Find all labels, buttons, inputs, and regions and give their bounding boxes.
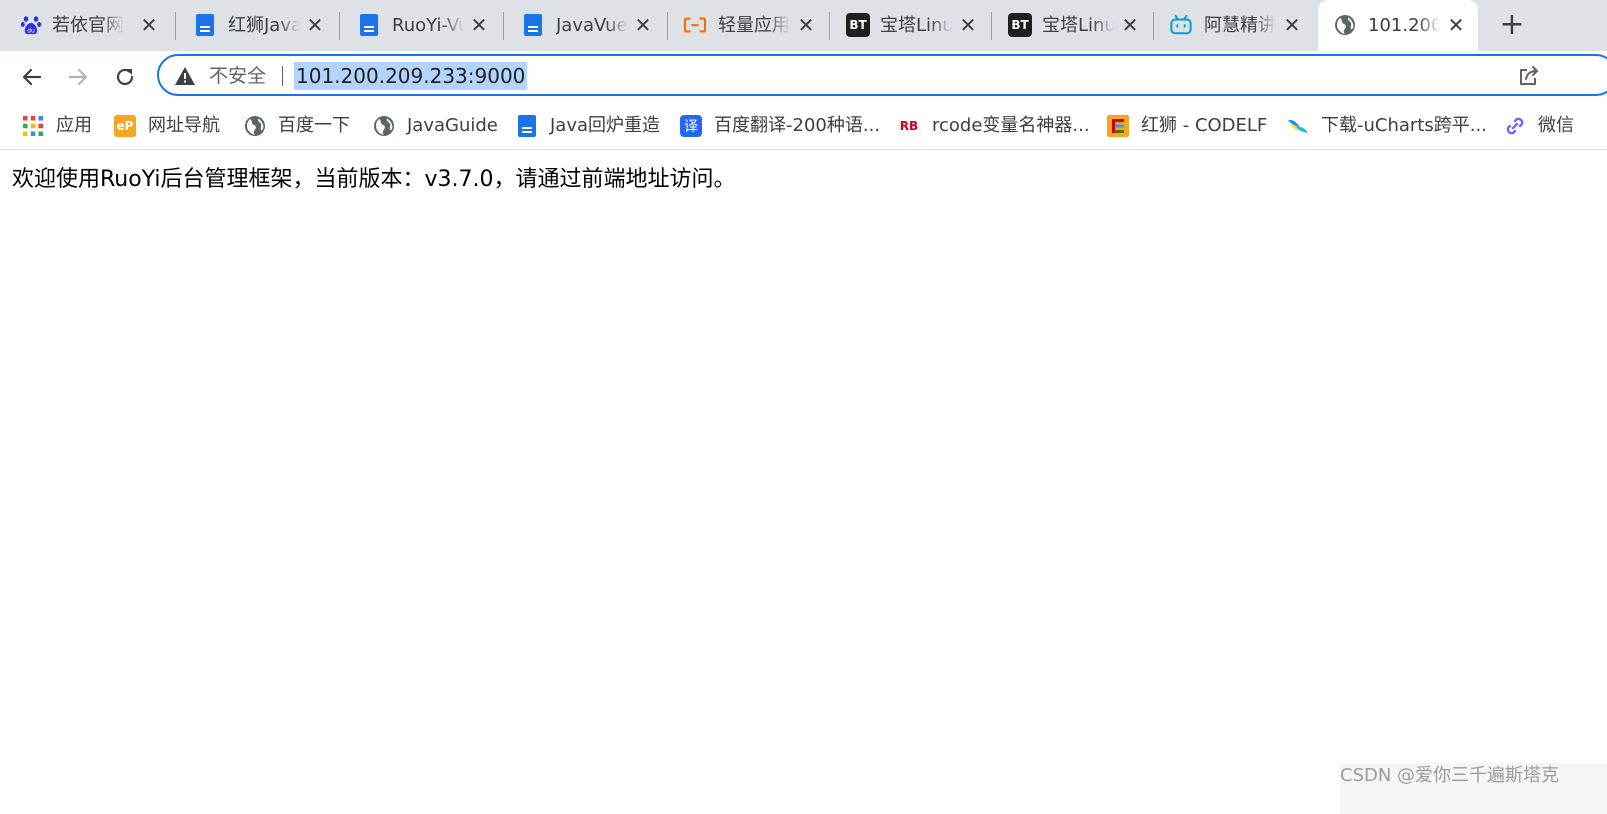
ep-icon: eP (114, 115, 136, 137)
bookmark-label: 微信 (1538, 115, 1574, 136)
doc-icon (194, 14, 216, 36)
tab-close-icon[interactable]: ✕ (632, 14, 654, 36)
forward-icon[interactable] (62, 61, 94, 93)
browser-tab[interactable]: JavaVue ✕ (504, 0, 668, 51)
bookmark-label: 红狮 - CODELF (1141, 115, 1268, 136)
tab-close-icon[interactable]: ✕ (1119, 14, 1141, 36)
doc-icon (516, 115, 538, 137)
browser-tab[interactable]: BT 宝塔Linux ✕ (992, 0, 1154, 51)
url-text[interactable]: 101.200.209.233:9000 (294, 62, 528, 90)
browser-tab[interactable]: 阿慧精讲 ✕ (1154, 0, 1316, 51)
link-icon (1504, 115, 1526, 137)
address-divider (282, 66, 283, 86)
ucharts-icon (1287, 115, 1309, 137)
browser-tab[interactable]: du 若依官网 ✕ (0, 0, 176, 51)
warning-icon[interactable] (174, 66, 196, 86)
bookmark-label: 百度翻译-200种语... (714, 115, 881, 136)
bt-icon: BT (846, 13, 870, 37)
tab-title: 若依官网 (52, 15, 124, 36)
tab-close-icon[interactable]: ✕ (138, 14, 160, 36)
bookmarks-bar: 应用 eP 网址导航 百度一下 JavaGuide Java回炉重造 译 百度翻… (0, 103, 1607, 150)
rb-icon: RB (899, 119, 919, 133)
bt-icon: BT (1008, 13, 1032, 37)
new-tab-button[interactable]: + (1496, 10, 1528, 42)
watermark: CSDN @爱你三千遍斯塔克 (1340, 763, 1607, 814)
tab-close-icon[interactable]: ✕ (1445, 14, 1467, 36)
bookmark-baidu-translate[interactable]: 译 百度翻译-200种语... (680, 111, 880, 141)
tab-title: 红狮Java (228, 15, 300, 36)
doc-icon (522, 14, 544, 36)
browser-tab[interactable]: 红狮Java ✕ (176, 0, 340, 51)
browser-tab-active[interactable]: 101.200 ✕ (1318, 0, 1478, 51)
back-icon[interactable] (16, 61, 48, 93)
bookmark-apps[interactable]: 应用 (22, 111, 92, 141)
tab-title: 宝塔Linux (880, 15, 952, 36)
bookmark-java-rework[interactable]: Java回炉重造 (516, 111, 660, 141)
bookmark-label: 网址导航 (148, 115, 220, 136)
bookmark-javaguide[interactable]: JavaGuide (373, 111, 498, 141)
bookmark-wechat[interactable]: 微信 (1504, 111, 1574, 141)
bookmark-rcode[interactable]: RB rcode变量名神器... (898, 111, 1090, 141)
browser-tab[interactable]: 轻量应用 ✕ (668, 0, 830, 51)
address-bar[interactable]: 不安全 101.200.209.233:9000 (157, 54, 1607, 96)
share-icon[interactable] (1517, 64, 1541, 88)
browser-toolbar: 不安全 101.200.209.233:9000 (0, 51, 1607, 103)
welcome-message: 欢迎使用RuoYi后台管理框架，当前版本：v3.7.0，请通过前端地址访问。 (12, 167, 736, 192)
bookmark-label: 应用 (56, 115, 92, 136)
tab-close-icon[interactable]: ✕ (957, 14, 979, 36)
baidu-paw-icon: du (20, 14, 42, 36)
bookmark-nav[interactable]: eP 网址导航 (114, 111, 220, 141)
tab-strip: du 若依官网 ✕ 红狮Java ✕ RuoYi-Vue ✕ JavaVue ✕ (0, 0, 1607, 51)
browser-tab[interactable]: BT 宝塔Linux ✕ (830, 0, 992, 51)
tab-title: 轻量应用 (718, 15, 790, 36)
globe-icon (373, 115, 395, 137)
watermark-text: CSDN @爱你三千遍斯塔克 (1340, 765, 1560, 786)
globe-icon (1334, 14, 1356, 36)
tab-title: 阿慧精讲 (1204, 15, 1276, 36)
aliyun-icon (684, 14, 706, 36)
bookmark-label: rcode变量名神器... (932, 115, 1090, 136)
bookmark-baidu[interactable]: 百度一下 (244, 111, 350, 141)
browser-tab[interactable]: RuoYi-Vue ✕ (340, 0, 504, 51)
bookmark-codelf[interactable]: 红狮 - CODELF (1107, 111, 1267, 141)
tab-close-icon[interactable]: ✕ (795, 14, 817, 36)
tab-title: 101.200 (1368, 15, 1440, 36)
bookmark-label: JavaGuide (407, 115, 498, 136)
bookmark-label: Java回炉重造 (550, 115, 661, 136)
bilibili-icon (1170, 14, 1192, 36)
tab-close-icon[interactable]: ✕ (304, 14, 326, 36)
translate-icon: 译 (680, 115, 702, 137)
reload-icon[interactable] (109, 61, 141, 93)
codelf-icon (1107, 115, 1129, 137)
bookmark-label: 百度一下 (278, 115, 350, 136)
bookmark-ucharts[interactable]: 下载-uCharts跨平... (1287, 111, 1487, 141)
doc-icon (358, 14, 380, 36)
tab-title: JavaVue (556, 15, 628, 36)
tab-close-icon[interactable]: ✕ (1281, 14, 1303, 36)
tab-close-icon[interactable]: ✕ (468, 14, 490, 36)
bookmark-label: 下载-uCharts跨平... (1321, 115, 1487, 136)
globe-icon (244, 115, 266, 137)
tab-title: RuoYi-Vue (392, 15, 464, 36)
svg-text:du: du (27, 28, 35, 35)
tab-title: 宝塔Linux (1042, 15, 1114, 36)
security-label[interactable]: 不安全 (209, 64, 266, 88)
apps-grid-icon (22, 115, 44, 137)
